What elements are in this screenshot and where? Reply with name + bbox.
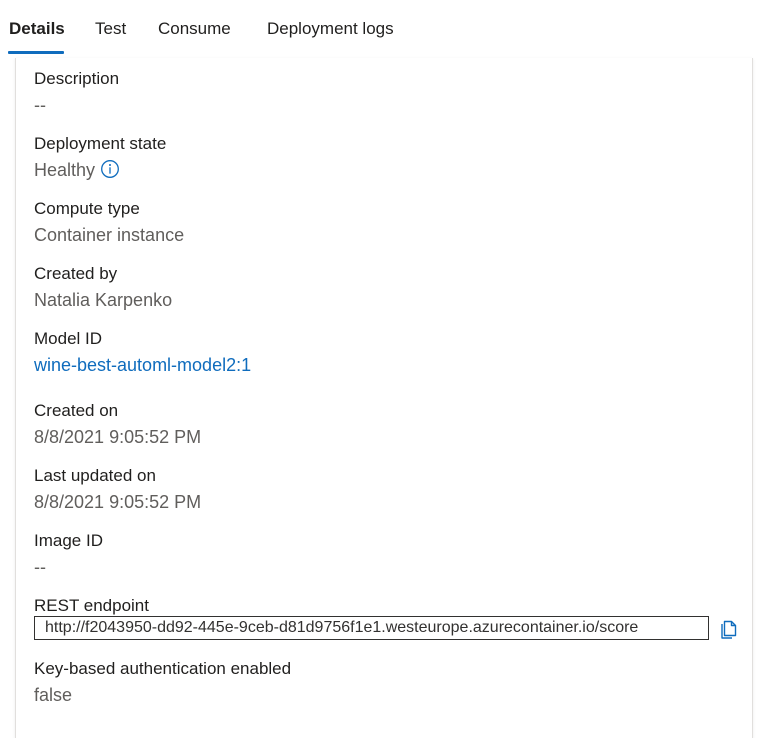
details-panel: Description -- Deployment state Healthy … xyxy=(15,58,753,738)
tab-test[interactable]: Test xyxy=(95,18,126,40)
tab-consume[interactable]: Consume xyxy=(158,18,231,40)
copy-icon[interactable] xyxy=(719,617,741,639)
tab-bar: Details Test Consume Deployment logs xyxy=(0,0,776,58)
key-auth-field: Key-based authentication enabled false xyxy=(34,658,291,707)
image-id-label: Image ID xyxy=(34,531,103,550)
created-on-label: Created on xyxy=(34,401,119,420)
description-label: Description xyxy=(34,69,120,88)
description-field: Description -- xyxy=(34,68,119,117)
rest-endpoint-label: REST endpoint xyxy=(34,596,149,615)
model-id-link[interactable]: wine-best-automl-model2:1 xyxy=(34,353,251,377)
description-value: -- xyxy=(34,95,46,115)
rest-endpoint-input[interactable]: http://f2043950-dd92-445e-9ceb-d81d9756f… xyxy=(34,616,709,640)
model-id-field: Model ID wine-best-automl-model2:1 xyxy=(34,328,251,377)
created-by-field: Created by Natalia Karpenko xyxy=(34,263,172,312)
compute-type-label: Compute type xyxy=(34,199,140,218)
last-updated-field: Last updated on 8/8/2021 9:05:52 PM xyxy=(34,465,201,514)
deployment-state-value: Healthy xyxy=(34,160,96,180)
image-id-field: Image ID -- xyxy=(34,530,103,579)
created-on-value: 8/8/2021 9:05:52 PM xyxy=(34,427,202,447)
rest-endpoint-field: REST endpoint xyxy=(34,595,149,617)
model-id-label: Model ID xyxy=(34,329,103,348)
active-tab-indicator xyxy=(8,51,64,54)
tab-details[interactable]: Details xyxy=(9,18,65,40)
deployment-state-label: Deployment state xyxy=(34,134,167,153)
image-id-value: -- xyxy=(34,557,46,577)
created-on-field: Created on 8/8/2021 9:05:52 PM xyxy=(34,400,201,449)
deployment-state-value-row: Healthy xyxy=(34,158,166,182)
created-by-label: Created by xyxy=(34,264,118,283)
compute-type-field: Compute type Container instance xyxy=(34,198,184,247)
key-auth-value: false xyxy=(34,685,73,705)
info-icon[interactable] xyxy=(100,159,120,179)
created-by-value: Natalia Karpenko xyxy=(34,290,173,310)
deployment-state-field: Deployment state Healthy xyxy=(34,133,166,182)
last-updated-label: Last updated on xyxy=(34,466,156,485)
last-updated-value: 8/8/2021 9:05:52 PM xyxy=(34,492,202,512)
tab-deployment-logs[interactable]: Deployment logs xyxy=(267,18,394,40)
compute-type-value: Container instance xyxy=(34,225,185,245)
key-auth-label: Key-based authentication enabled xyxy=(34,659,292,678)
